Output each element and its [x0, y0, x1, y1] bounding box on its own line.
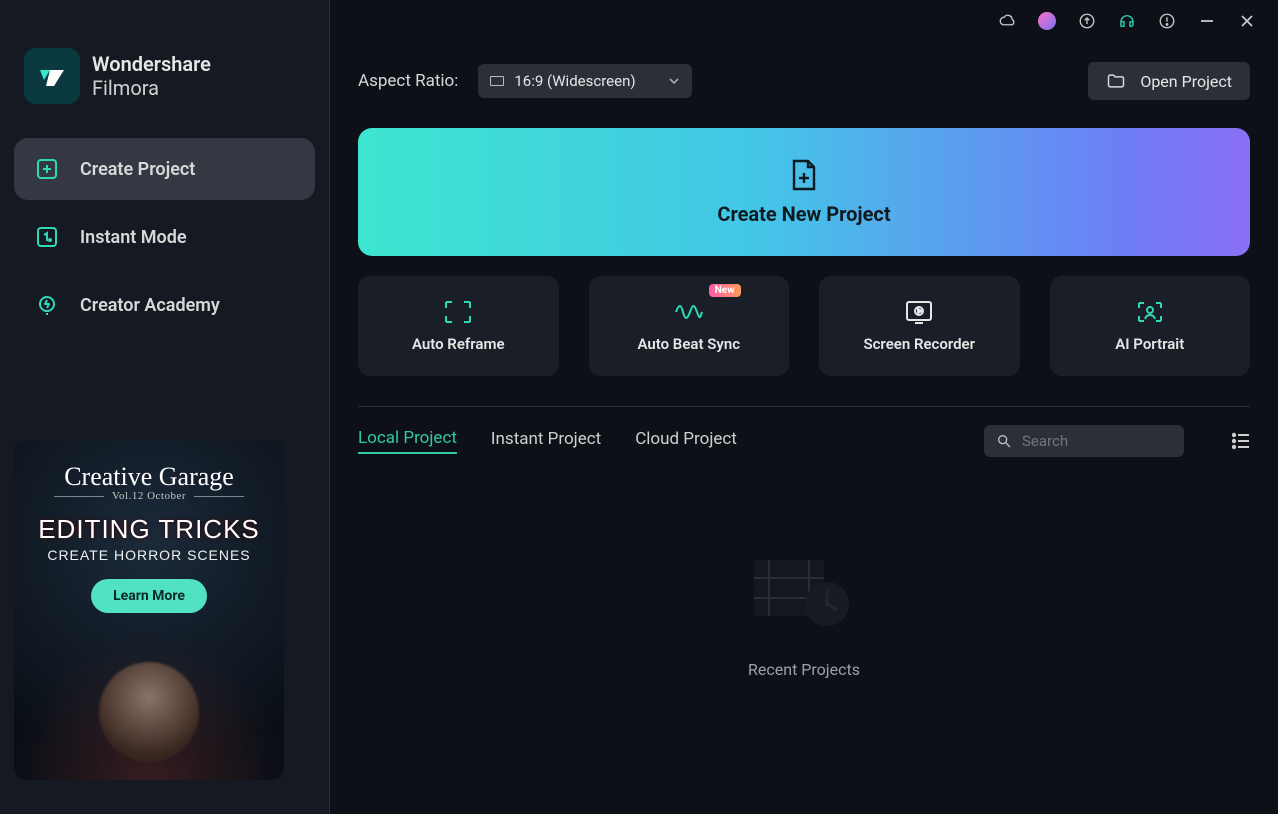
headset-icon[interactable]: [1118, 12, 1136, 30]
promo-subtitle: CREATE HORROR SCENES: [47, 547, 250, 563]
info-icon[interactable]: [1158, 12, 1176, 30]
screen-recorder-icon: [904, 299, 934, 325]
content: Aspect Ratio: 16:9 (Widescreen) Open Pro…: [330, 42, 1278, 814]
main-area: Aspect Ratio: 16:9 (Widescreen) Open Pro…: [330, 0, 1278, 814]
instant-mode-icon: [34, 224, 60, 250]
list-view-icon[interactable]: [1232, 432, 1250, 450]
cloud-icon[interactable]: [998, 12, 1016, 30]
tab-local-project[interactable]: Local Project: [358, 428, 457, 454]
feature-label: Auto Reframe: [412, 335, 505, 353]
aspect-ratio-label: Aspect Ratio:: [358, 71, 458, 91]
app-logo-icon: [24, 48, 80, 104]
create-new-project-button[interactable]: Create New Project: [358, 128, 1250, 256]
create-new-label: Create New Project: [717, 202, 890, 226]
sidebar-item-label: Create Project: [80, 159, 195, 180]
waveform-icon: [674, 299, 704, 325]
upload-icon[interactable]: [1078, 12, 1096, 30]
feature-label: Auto Beat Sync: [637, 335, 740, 353]
feature-auto-beat-sync[interactable]: New Auto Beat Sync: [589, 276, 790, 376]
ratio-icon: [490, 76, 504, 86]
sidebar-item-creator-academy[interactable]: Creator Academy: [14, 274, 315, 336]
search-icon: [996, 433, 1012, 449]
feature-row: Auto Reframe New Auto Beat Sync Screen R…: [358, 276, 1250, 376]
recent-projects-empty: Recent Projects: [358, 457, 1250, 814]
new-badge: New: [709, 284, 741, 297]
promo-issue: Vol.12 October: [112, 490, 186, 502]
portrait-icon: [1135, 299, 1165, 325]
promo-learn-more-button[interactable]: Learn More: [91, 579, 207, 613]
projects-row: Local Project Instant Project Cloud Proj…: [358, 425, 1250, 457]
titlebar: [330, 0, 1278, 42]
reframe-icon: [443, 299, 473, 325]
chevron-down-icon: [668, 75, 680, 87]
top-row: Aspect Ratio: 16:9 (Widescreen) Open Pro…: [358, 62, 1250, 100]
feature-label: AI Portrait: [1115, 335, 1184, 353]
aspect-ratio-select[interactable]: 16:9 (Widescreen): [478, 64, 692, 98]
promo-title: EDITING TRICKS: [38, 514, 260, 545]
recent-projects-label: Recent Projects: [748, 660, 860, 679]
promo-figure: [99, 662, 199, 762]
minimize-icon[interactable]: [1198, 12, 1216, 30]
brand-block: Wondershare Filmora: [14, 20, 315, 138]
sidebar: Wondershare Filmora Create Project Insta…: [0, 0, 330, 814]
sidebar-item-instant-mode[interactable]: Instant Mode: [14, 206, 315, 268]
feature-auto-reframe[interactable]: Auto Reframe: [358, 276, 559, 376]
promo-script: Creative Garage: [64, 462, 234, 492]
brand-line2: Filmora: [92, 76, 211, 100]
brand-line1: Wondershare: [92, 52, 211, 76]
feature-ai-portrait[interactable]: AI Portrait: [1050, 276, 1251, 376]
aspect-ratio-value: 16:9 (Widescreen): [514, 72, 635, 90]
tab-instant-project[interactable]: Instant Project: [491, 429, 601, 453]
plus-square-icon: [34, 156, 60, 182]
sidebar-item-create-project[interactable]: Create Project: [14, 138, 315, 200]
open-project-label: Open Project: [1140, 72, 1232, 91]
search-input[interactable]: [1022, 432, 1172, 450]
lightbulb-icon: [34, 292, 60, 318]
tab-cloud-project[interactable]: Cloud Project: [635, 429, 737, 453]
search-box[interactable]: [984, 425, 1184, 457]
sidebar-item-label: Instant Mode: [80, 227, 187, 248]
sidebar-item-label: Creator Academy: [80, 295, 220, 316]
promo-card[interactable]: Creative Garage Vol.12 October EDITING T…: [14, 440, 284, 780]
folder-icon: [1106, 71, 1126, 91]
close-icon[interactable]: [1238, 12, 1256, 30]
avatar-icon[interactable]: [1038, 12, 1056, 30]
feature-screen-recorder[interactable]: Screen Recorder: [819, 276, 1020, 376]
divider: [358, 406, 1250, 407]
recent-projects-icon: [749, 552, 859, 632]
feature-label: Screen Recorder: [863, 335, 975, 353]
brand-text: Wondershare Filmora: [92, 52, 211, 100]
new-document-icon: [789, 158, 819, 190]
open-project-button[interactable]: Open Project: [1088, 62, 1250, 100]
